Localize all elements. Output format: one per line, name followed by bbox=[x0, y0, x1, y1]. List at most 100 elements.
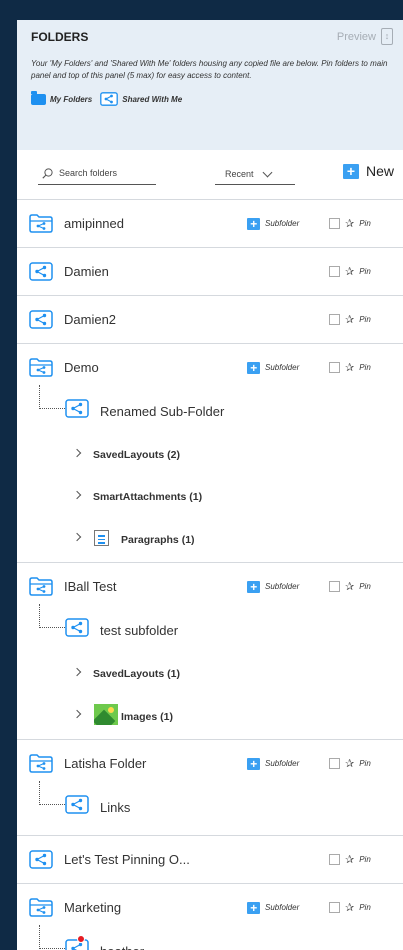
content-item[interactable]: SavedLayouts (1) bbox=[17, 653, 403, 695]
folder-name: Damien2 bbox=[64, 312, 117, 327]
folder-row[interactable]: Let's Test Pinning O... ✰ Pin bbox=[17, 836, 403, 883]
tree-connector bbox=[39, 781, 65, 805]
pin-label: Pin bbox=[359, 903, 371, 912]
content-item-label: Images (1) bbox=[121, 711, 173, 723]
pin-icon: ✰ bbox=[345, 362, 355, 374]
folder-group: Damien2 ✰ Pin bbox=[17, 296, 403, 344]
legend-my-folders: My Folders bbox=[31, 90, 92, 105]
pin-checkbox[interactable] bbox=[329, 218, 340, 229]
plus-icon: + bbox=[247, 757, 260, 770]
folder-name: IBall Test bbox=[64, 579, 117, 594]
pin-toggle[interactable]: ✰ Pin bbox=[329, 853, 371, 866]
folder-group: IBall Test + Subfolder ✰ Pin test subfol… bbox=[17, 563, 403, 740]
folder-row[interactable]: Marketing + Subfolder ✰ Pin bbox=[17, 884, 403, 931]
pin-checkbox[interactable] bbox=[329, 581, 340, 592]
subfolder-label: Subfolder bbox=[265, 903, 300, 912]
pin-toggle[interactable]: ✰ Pin bbox=[329, 313, 371, 326]
folder-row[interactable]: Damien2 ✰ Pin bbox=[17, 296, 403, 343]
add-subfolder-button[interactable]: + Subfolder bbox=[247, 757, 299, 770]
pin-icon: ✰ bbox=[345, 314, 355, 326]
pin-checkbox[interactable] bbox=[329, 266, 340, 277]
shared-open-folder-icon bbox=[29, 577, 53, 596]
folder-row[interactable]: Latisha Folder + Subfolder ✰ Pin bbox=[17, 740, 403, 787]
subfolder-row[interactable]: test subfolder bbox=[17, 604, 403, 653]
pin-icon: ✰ bbox=[345, 218, 355, 230]
image-icon bbox=[94, 704, 118, 725]
pin-label: Pin bbox=[359, 363, 371, 372]
folder-row[interactable]: Damien ✰ Pin bbox=[17, 248, 403, 295]
pin-toggle[interactable]: ✰ Pin bbox=[329, 757, 371, 770]
plus-icon: + bbox=[343, 163, 359, 179]
pin-toggle[interactable]: ✰ Pin bbox=[329, 361, 371, 374]
shared-folder-icon bbox=[29, 310, 53, 329]
chevron-down-icon bbox=[262, 167, 272, 177]
subfolder-name: Links bbox=[100, 800, 131, 815]
folders-toolbar: Search folders Recent + New bbox=[17, 150, 403, 200]
legend-shared: Shared With Me bbox=[100, 92, 182, 106]
content-item-label: Paragraphs (1) bbox=[121, 534, 195, 546]
folder-row[interactable]: amipinned + Subfolder ✰ Pin bbox=[17, 200, 403, 247]
folders-panel: FOLDERS Preview ↕ Your 'My Folders' and … bbox=[17, 20, 403, 950]
new-label: New bbox=[366, 163, 395, 179]
plus-icon: + bbox=[247, 217, 260, 230]
subfolder-row[interactable]: Links bbox=[17, 781, 403, 835]
folder-group: Damien ✰ Pin bbox=[17, 248, 403, 296]
add-subfolder-button[interactable]: + Subfolder bbox=[247, 580, 300, 593]
content-item[interactable]: Paragraphs (1) bbox=[17, 518, 403, 562]
folder-group: Let's Test Pinning O... ✰ Pin bbox=[17, 836, 403, 884]
shared-folder-icon bbox=[65, 618, 89, 637]
pin-toggle[interactable]: ✰ Pin bbox=[329, 265, 371, 278]
subfolder-name: Renamed Sub-Folder bbox=[100, 404, 225, 419]
preview-label: Preview bbox=[336, 30, 376, 43]
pin-toggle[interactable]: ✰ Pin bbox=[329, 901, 371, 914]
folder-name: Damien bbox=[64, 264, 109, 279]
add-subfolder-button[interactable]: + Subfolder bbox=[247, 901, 300, 914]
chevron-right-icon[interactable] bbox=[72, 490, 82, 500]
shared-folder-icon bbox=[100, 92, 119, 106]
new-folder-button[interactable]: + New bbox=[343, 163, 394, 179]
preview-toggle[interactable]: Preview ↕ bbox=[337, 28, 393, 45]
folder-group: Demo + Subfolder ✰ Pin Renamed Sub-Folde… bbox=[17, 344, 403, 563]
pin-checkbox[interactable] bbox=[329, 854, 340, 865]
folder-name: Latisha Folder bbox=[64, 756, 147, 771]
pin-checkbox[interactable] bbox=[329, 362, 340, 373]
sort-dropdown[interactable]: Recent bbox=[215, 164, 295, 185]
pin-icon: ✰ bbox=[345, 902, 355, 914]
plus-icon: + bbox=[247, 361, 260, 374]
shared-folder-icon bbox=[29, 850, 53, 869]
search-input[interactable]: Search folders bbox=[38, 162, 156, 185]
preview-icon: ↕ bbox=[381, 28, 393, 45]
pin-checkbox[interactable] bbox=[329, 314, 340, 325]
pin-label: Pin bbox=[359, 759, 371, 768]
notification-badge bbox=[77, 935, 85, 943]
chevron-right-icon[interactable] bbox=[72, 532, 82, 542]
folder-group: amipinned + Subfolder ✰ Pin bbox=[17, 200, 403, 248]
chevron-right-icon[interactable] bbox=[72, 667, 82, 677]
pin-toggle[interactable]: ✰ Pin bbox=[329, 580, 371, 593]
chevron-right-icon[interactable] bbox=[72, 709, 82, 719]
folder-list: amipinned + Subfolder ✰ Pin Damien ✰ Pin… bbox=[17, 200, 403, 950]
shared-folder-icon bbox=[65, 795, 89, 814]
folder-row[interactable]: IBall Test + Subfolder ✰ Pin bbox=[17, 563, 403, 610]
content-item[interactable]: Images (1) bbox=[17, 695, 403, 739]
subfolder-row[interactable]: heather bbox=[17, 925, 403, 950]
content-item[interactable]: SmartAttachments (1) bbox=[17, 476, 403, 518]
content-item[interactable]: SavedLayouts (2) bbox=[17, 434, 403, 476]
tree-connector bbox=[39, 925, 65, 949]
subfolder-row[interactable]: Renamed Sub-Folder bbox=[17, 385, 403, 434]
pin-label: Pin bbox=[359, 582, 371, 591]
pin-toggle[interactable]: ✰ Pin bbox=[329, 217, 371, 230]
subfolder-label: Subfolder bbox=[265, 582, 300, 591]
folders-header: FOLDERS Preview ↕ Your 'My Folders' and … bbox=[17, 20, 403, 150]
pin-label: Pin bbox=[359, 219, 371, 228]
content-item-label: SmartAttachments (1) bbox=[93, 491, 203, 503]
add-subfolder-button[interactable]: + Subfolder bbox=[247, 361, 299, 374]
pin-icon: ✰ bbox=[345, 854, 355, 866]
chevron-right-icon[interactable] bbox=[72, 448, 82, 458]
pin-checkbox[interactable] bbox=[329, 758, 340, 769]
pin-label: Pin bbox=[359, 267, 371, 276]
pin-label: Pin bbox=[359, 855, 371, 864]
add-subfolder-button[interactable]: + Subfolder bbox=[247, 217, 299, 230]
pin-checkbox[interactable] bbox=[329, 902, 340, 913]
folder-row[interactable]: Demo + Subfolder ✰ Pin bbox=[17, 344, 403, 391]
